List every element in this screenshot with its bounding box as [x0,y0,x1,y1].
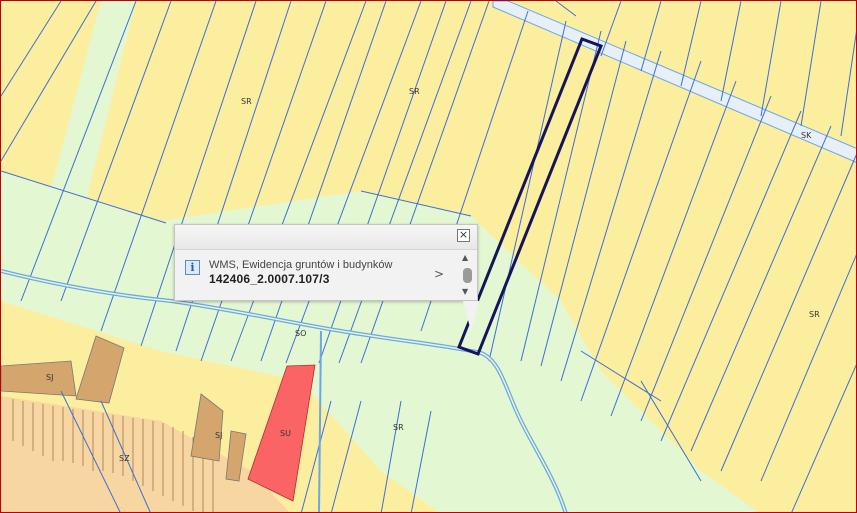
zone-label-sz: SZ [119,454,130,463]
residential-parcel-sj-west [1,360,77,397]
scroll-down-icon[interactable]: ▼ [462,287,468,296]
zone-label-su: SU [280,429,291,438]
popup-parcel-id[interactable]: 142406_2.0007.107/3 [209,272,330,286]
zone-label-sr-4: SR [393,423,404,432]
popup-layer-name: WMS, Ewidencja gruntów i budynków [209,259,393,271]
zone-label-so: SO [295,329,306,338]
zone-label-sj-1: SJ [46,373,53,382]
popup-pointer [463,301,479,331]
zone-label-sr-3: SR [809,310,820,319]
scroll-up-icon[interactable]: ▲ [462,253,468,262]
zone-label-sk: SK [801,131,812,140]
zone-label-sj-2: SJ [215,431,222,440]
map-viewport[interactable]: SR SR SK SR SO SJ SJ SU SR SZ × i WMS, E… [0,0,857,513]
zone-label-sr-1: SR [241,97,252,106]
chevron-right-icon[interactable]: > [434,267,444,281]
popup-header: × [175,225,477,250]
popup-scrollbar[interactable]: ▲ ▼ [459,251,475,299]
info-icon: i [185,260,200,275]
feature-info-popup: × i WMS, Ewidencja gruntów i budynków 14… [174,224,479,331]
zone-label-sr-2: SR [409,87,420,96]
close-icon[interactable]: × [457,229,470,242]
scroll-thumb[interactable] [463,268,472,283]
